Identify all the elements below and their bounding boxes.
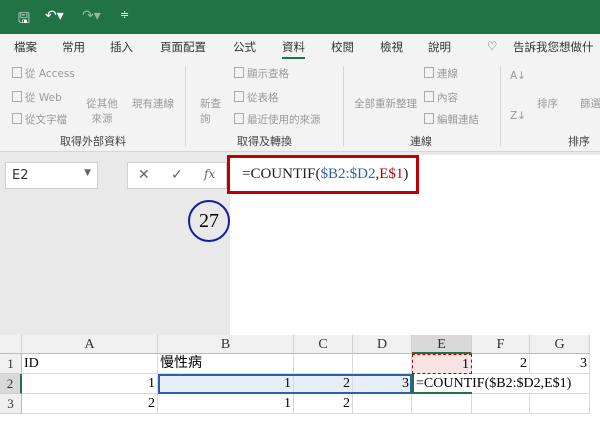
tab-view[interactable]: 檢視 xyxy=(380,39,403,55)
enter-icon[interactable]: ✓ xyxy=(171,167,183,183)
sort-button[interactable]: 排序 xyxy=(537,96,558,111)
cell-g3[interactable] xyxy=(530,394,590,414)
tab-data[interactable]: 資料 xyxy=(282,39,305,59)
tab-insert[interactable]: 插入 xyxy=(110,39,133,55)
from-text-button[interactable]: 從文字檔 xyxy=(12,112,67,127)
sort-az-icon[interactable]: A↓ xyxy=(510,70,526,82)
access-icon xyxy=(12,67,22,78)
column-header-e[interactable]: E xyxy=(412,335,472,354)
table-icon xyxy=(234,91,244,102)
customize-icon[interactable]: ≑ xyxy=(120,8,129,21)
from-web-button[interactable]: 從 Web xyxy=(12,90,62,105)
tab-review[interactable]: 校閱 xyxy=(331,39,354,55)
insert-function-icon[interactable]: fx xyxy=(204,167,215,181)
divider xyxy=(343,66,344,146)
column-header-b[interactable]: B xyxy=(158,335,294,354)
cell-g1[interactable]: 3 xyxy=(530,354,590,374)
tab-help[interactable]: 說明 xyxy=(428,39,451,55)
tell-me-box[interactable]: 告訴我您想做什 xyxy=(513,39,594,55)
web-icon xyxy=(12,91,22,102)
cell-b1[interactable]: 慢性病 xyxy=(158,354,294,374)
lightbulb-icon: ♡ xyxy=(487,39,498,53)
edit-links-button[interactable]: 編輯連結 xyxy=(424,112,479,127)
row-header-1[interactable]: 1 xyxy=(0,354,22,374)
connections-icon xyxy=(424,67,434,78)
group-label-external-data: 取得外部資料 xyxy=(60,135,126,148)
undo-icon[interactable]: ↶▾ xyxy=(45,8,64,24)
cell-a3[interactable]: 2 xyxy=(22,394,158,414)
connections-button[interactable]: 連線 xyxy=(424,66,458,81)
cell-e3[interactable] xyxy=(412,394,472,414)
row-header-2[interactable]: 2 xyxy=(0,374,22,394)
cell-c3[interactable]: 2 xyxy=(294,394,353,414)
formula-buttons: ✕ ✓ fx xyxy=(127,162,227,189)
cell-e1[interactable]: 1 xyxy=(412,354,472,374)
formula-bar-area: E2 ▼ ✕ ✓ fx =COUNTIF($B2:$D2,E$1) xyxy=(0,152,600,352)
recent-sources-button[interactable]: 最近使用的來源 xyxy=(234,112,321,127)
cell-a2[interactable]: 1 xyxy=(22,374,158,394)
group-label-connections: 連線 xyxy=(410,135,432,148)
step-number-annotation: 27 xyxy=(188,200,230,242)
from-other-sources-button[interactable]: 從其他來源 xyxy=(84,96,120,126)
column-header-a[interactable]: A xyxy=(22,335,158,354)
from-table-button[interactable]: 從表格 xyxy=(234,90,279,105)
tab-formulas[interactable]: 公式 xyxy=(233,39,256,55)
redo-icon[interactable]: ↷▾ xyxy=(82,8,101,24)
properties-icon xyxy=(424,91,434,102)
cell-c1[interactable] xyxy=(294,354,353,374)
select-all-button[interactable] xyxy=(0,335,22,354)
group-label-get-transform: 取得及轉換 xyxy=(237,135,292,148)
formula-input[interactable]: =COUNTIF($B2:$D2,E$1) xyxy=(227,155,419,194)
chevron-down-icon[interactable]: ▼ xyxy=(84,168,91,178)
sort-za-icon[interactable]: Z↓ xyxy=(510,110,526,122)
column-header-c[interactable]: C xyxy=(294,335,353,354)
cell-f3[interactable] xyxy=(472,394,530,414)
cell-d3[interactable] xyxy=(353,394,412,414)
edit-links-icon xyxy=(424,113,434,124)
from-access-button[interactable]: 從 Access xyxy=(12,66,75,81)
cell-b3[interactable]: 1 xyxy=(158,394,294,414)
row-header-3[interactable]: 3 xyxy=(0,394,22,414)
column-header-f[interactable]: F xyxy=(472,335,530,354)
cell-d1[interactable] xyxy=(353,354,412,374)
filter-button[interactable]: 篩選 xyxy=(580,96,600,111)
title-bar: 🖫 ↶▾ ↷▾ ≑ xyxy=(0,0,600,34)
tab-home[interactable]: 常用 xyxy=(62,39,85,55)
cell-a1[interactable]: ID xyxy=(22,354,158,374)
column-header-g[interactable]: G xyxy=(530,335,590,354)
tab-file[interactable]: 檔案 xyxy=(14,39,37,55)
cancel-icon[interactable]: ✕ xyxy=(138,167,150,183)
tab-page-layout[interactable]: 頁面配置 xyxy=(160,39,206,55)
existing-connections-button[interactable]: 現有連線 xyxy=(132,96,174,111)
divider xyxy=(500,66,501,146)
column-header-d[interactable]: D xyxy=(353,335,412,354)
refresh-all-button[interactable]: 全部重新整理 xyxy=(354,96,417,111)
ribbon-tabs: 檔案 常用 插入 頁面配置 公式 資料 校閱 檢視 說明 ♡ 告訴我您想做什 xyxy=(0,34,600,60)
show-queries-button[interactable]: 顯示查格 xyxy=(234,66,289,81)
save-icon[interactable]: 🖫 xyxy=(18,8,30,32)
recent-icon xyxy=(234,113,244,124)
new-query-button[interactable]: 新查詢 xyxy=(200,96,226,126)
divider xyxy=(185,66,186,146)
cell-d2[interactable]: 3 xyxy=(353,374,412,394)
cell-f1[interactable]: 2 xyxy=(472,354,530,374)
worksheet-grid: A B C D E F G 1 2 3 ID 慢性病 1 2 3 1 1 2 3… xyxy=(0,335,600,421)
cell-e2-active[interactable]: =COUNTIF($B2:$D2,E$1) xyxy=(412,374,571,394)
cell-c2[interactable]: 2 xyxy=(294,374,353,394)
name-box[interactable]: E2 ▼ xyxy=(5,162,98,189)
cell-b2[interactable]: 1 xyxy=(158,374,294,394)
text-file-icon xyxy=(12,113,22,124)
table-icon xyxy=(234,67,244,78)
ribbon: 從 Access 從 Web 從文字檔 從其他來源 現有連線 取得外部資料 新查… xyxy=(0,60,600,164)
properties-button[interactable]: 內容 xyxy=(424,90,458,105)
